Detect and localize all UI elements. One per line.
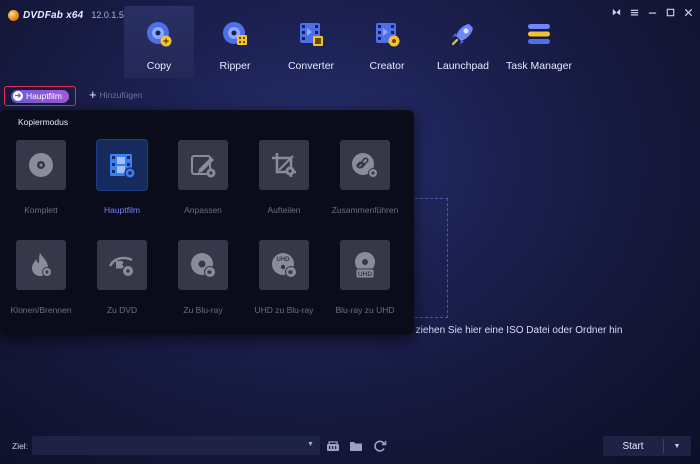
nav-label: Launchpad [437, 60, 489, 72]
destination-input[interactable] [32, 436, 320, 455]
svg-text:UHD: UHD [277, 257, 291, 263]
app-logo: DVDFab x64 12.0.1.5 [8, 6, 124, 24]
nav-converter[interactable]: Converter [276, 6, 346, 78]
mode-label: Blu-ray zu UHD [335, 305, 395, 315]
arrow-right-icon: ➜ [13, 91, 23, 101]
dropdown-title: Kopiermodus [18, 117, 69, 127]
mode-label: Aufteilen [267, 205, 301, 215]
film-converter-icon [300, 23, 323, 46]
nav-label: Copy [146, 60, 172, 72]
mode-label: Klonen/Brennen [10, 305, 72, 315]
disc-ripper-icon [223, 22, 247, 45]
nav-creator[interactable]: Creator [352, 6, 422, 78]
svg-text:UHD: UHD [358, 271, 372, 278]
add-label: Hinzufügen [99, 89, 143, 100]
mode-pill: ➜ Hauptfilm [11, 89, 69, 103]
mode-tile-komplett[interactable] [16, 140, 66, 190]
menu-icon[interactable] [628, 6, 640, 18]
film-creator-icon [376, 23, 400, 47]
flame-icon [32, 253, 52, 277]
mode-tile-klonen[interactable] [16, 240, 66, 290]
mode-label: Hauptfilm [104, 205, 140, 215]
film-icon [110, 154, 136, 179]
bluray-icon [108, 256, 133, 276]
nav-label: Converter [287, 60, 335, 72]
mode-tile-uhd-zu-bluray[interactable]: UHD [259, 240, 309, 290]
nav-launchpad[interactable]: Launchpad [428, 6, 498, 78]
mode-label: Zusammenführen [331, 205, 399, 215]
nav-label: Task Manager [506, 60, 572, 72]
crop-icon [272, 153, 296, 177]
logo-text: DVDFab x64 [23, 9, 84, 21]
nav-copy[interactable]: Copy [124, 6, 194, 78]
rocket-icon [451, 24, 473, 46]
drop-hint: er ziehen Sie hier eine ISO Datei oder O… [404, 325, 623, 336]
mode-selector-button[interactable]: ➜ Hauptfilm [4, 86, 76, 106]
close-icon[interactable] [682, 6, 694, 18]
chevron-down-icon[interactable]: ▼ [307, 441, 314, 448]
mode-tile-hauptfilm[interactable] [97, 140, 147, 190]
disc-bluray-icon [191, 253, 216, 278]
mode-tile-bluray-zu-uhd[interactable]: UHD [340, 240, 390, 290]
mode-label: Zu Blu-ray [183, 305, 223, 315]
mode-tile-zu-dvd[interactable] [97, 240, 147, 290]
nav-label: Creator [369, 60, 405, 72]
mode-label: Anpassen [184, 205, 222, 215]
ziel-label: Ziel: [12, 441, 29, 451]
ribbon-icon[interactable] [610, 6, 622, 18]
maximize-icon[interactable] [664, 6, 676, 18]
uhd-disc-icon: UHD [272, 253, 297, 278]
iso-icon[interactable] [325, 438, 341, 454]
plus-icon: + [89, 87, 97, 102]
disc-icon [29, 153, 53, 177]
mode-tile-zu-bluray[interactable] [178, 240, 228, 290]
add-button[interactable]: + Hinzufügen [89, 88, 143, 101]
folder-icon[interactable] [348, 438, 364, 454]
nav-ripper[interactable]: Ripper [200, 6, 270, 78]
refresh-icon[interactable] [372, 438, 388, 454]
start-button[interactable]: Start ▼ [603, 436, 691, 456]
minimize-icon[interactable] [646, 6, 658, 18]
window-controls [610, 6, 694, 18]
nav-label: Ripper [219, 60, 251, 72]
disc-copy-icon [147, 22, 172, 47]
mode-label: UHD zu Blu-ray [254, 305, 314, 315]
mode-tile-aufteilen[interactable] [259, 140, 309, 190]
start-label: Start [622, 440, 644, 452]
uhd-output-icon: UHD [355, 252, 375, 279]
chevron-down-icon[interactable]: ▼ [664, 443, 690, 450]
mode-tile-anpassen[interactable] [178, 140, 228, 190]
edit-icon [191, 155, 216, 178]
link-disc-icon [352, 153, 378, 178]
app-version: 12.0.1.5 [91, 10, 124, 20]
mode-label: Hauptfilm [26, 91, 62, 101]
nav-task-manager[interactable]: Task Manager [504, 6, 574, 78]
mode-label: Komplett [24, 205, 58, 215]
mode-tile-zusammenfuehren[interactable] [340, 140, 390, 190]
dvdfab-logo-icon [8, 9, 19, 21]
list-icon [528, 24, 550, 44]
mode-label: Zu DVD [106, 305, 138, 315]
